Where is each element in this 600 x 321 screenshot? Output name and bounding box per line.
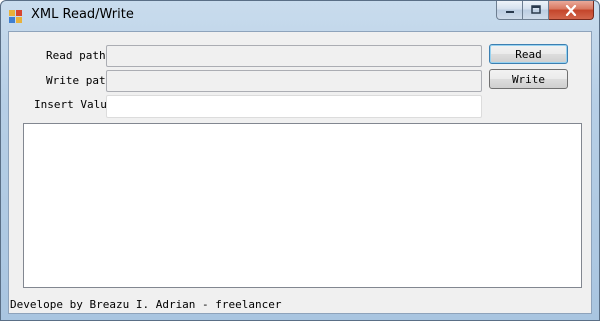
insert-value-field[interactable] xyxy=(106,95,482,118)
write-path-label: Write path xyxy=(46,74,106,87)
write-path-field[interactable] xyxy=(106,70,482,92)
read-button[interactable]: Read xyxy=(489,44,568,64)
output-text-area[interactable] xyxy=(23,123,582,288)
maximize-icon xyxy=(530,5,541,14)
developer-credit: Develope by Breazu I. Adrian - freelance… xyxy=(10,298,282,311)
write-button[interactable]: Write xyxy=(489,69,568,89)
read-path-label: Read path xyxy=(46,49,106,62)
read-path-field[interactable] xyxy=(106,45,482,67)
maximize-button[interactable] xyxy=(523,1,549,20)
close-button[interactable] xyxy=(549,1,594,20)
caption-buttons xyxy=(496,1,594,21)
close-icon xyxy=(565,4,577,16)
minimize-icon xyxy=(505,11,514,13)
title-bar[interactable]: XML Read/Write xyxy=(1,1,599,31)
app-window: XML Read/Write Read path Read Write path… xyxy=(0,0,600,321)
app-window-icon xyxy=(9,10,23,23)
insert-value-label: Insert Value xyxy=(34,98,106,111)
minimize-button[interactable] xyxy=(496,1,523,20)
window-title: XML Read/Write xyxy=(31,7,134,22)
form-client-area: Read path Read Write path Write Insert V… xyxy=(8,31,592,314)
